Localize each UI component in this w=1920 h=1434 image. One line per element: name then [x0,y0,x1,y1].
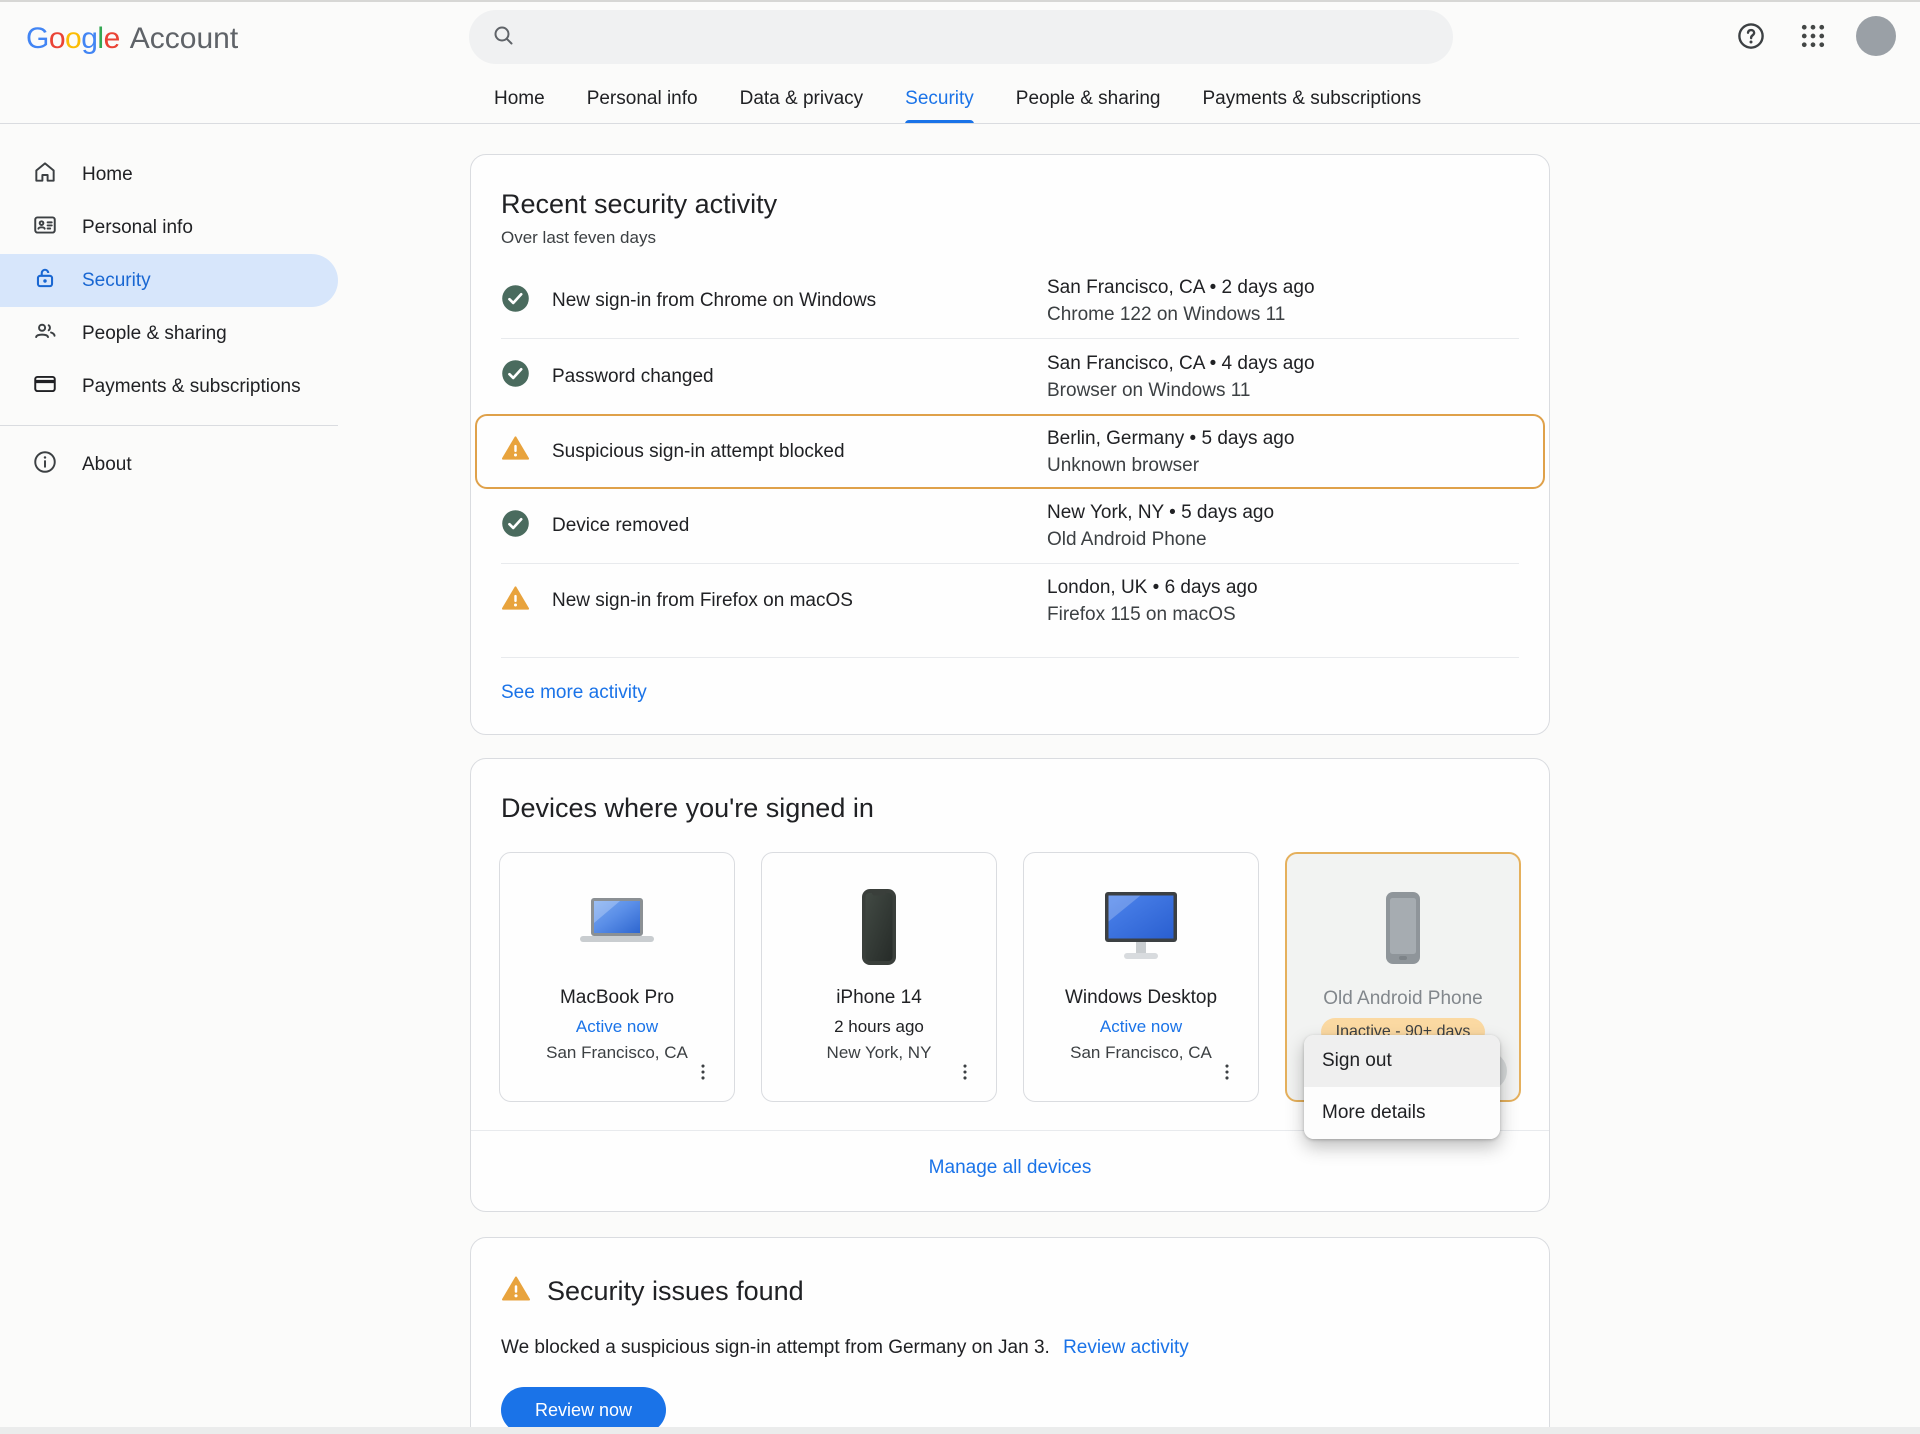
sidebar-item-payments-subscriptions[interactable]: Payments & subscriptions [0,360,338,413]
devices-card-title: Devices where you're signed in [501,793,1549,824]
device-name: iPhone 14 [762,987,996,1009]
activity-row-detail-1: New York, NY • 5 days ago [1047,499,1519,526]
activity-card-title: Recent security activity [501,189,1519,220]
activity-row-detail-2: Unknown browser [1047,452,1519,479]
device-name: MacBook Pro [500,987,734,1009]
activity-row-label: Device removed [552,515,689,537]
device-status: Active now [1024,1017,1258,1037]
sidebar-item-personal-info[interactable]: Personal info [0,201,338,254]
sidebar-divider [0,425,338,426]
device-card-iphone-14[interactable]: iPhone 14 2 hours ago New York, NY [761,852,997,1102]
device-more-options-icon[interactable] [684,1053,722,1091]
activity-row-detail-1: San Francisco, CA • 4 days ago [1047,350,1519,377]
id-card-icon [32,212,58,244]
device-status: 2 hours ago [762,1017,996,1037]
activity-row-label: New sign-in from Chrome on Windows [552,290,876,312]
activity-row-detail-2: Firefox 115 on macOS [1047,601,1519,628]
sidebar-item-security[interactable]: Security [0,254,338,307]
warning-icon [501,434,530,469]
header-divider [0,123,1920,124]
tab-security[interactable]: Security [905,88,974,124]
search-icon [491,23,515,52]
review-activity-link[interactable]: Review activity [1063,1337,1189,1358]
apps-grid-icon[interactable] [1794,17,1832,55]
google-account-logo: Google Account [26,22,238,56]
check-circle-icon [501,509,530,544]
google-account-security-page: Google Account Home Personal info Data &… [0,0,1920,1434]
activity-row-detail-1: San Francisco, CA • 2 days ago [1047,274,1519,301]
device-more-options-icon[interactable] [1208,1053,1246,1091]
issues-title: Security issues found [547,1276,804,1307]
tab-payments-subscriptions[interactable]: Payments & subscriptions [1203,88,1422,124]
activity-row-detail-1: Berlin, Germany • 5 days ago [1047,425,1519,452]
top-navigation-tabs: Home Personal info Data & privacy Securi… [494,88,1421,124]
tab-data-privacy[interactable]: Data & privacy [740,88,864,124]
activity-row[interactable]: New sign-in from Firefox on macOS London… [501,564,1519,639]
tab-personal-info[interactable]: Personal info [587,88,698,124]
device-status: Active now [500,1017,734,1037]
gray-phone-illustration [1287,880,1519,976]
security-issues-card: Security issues found We blocked a suspi… [470,1237,1550,1434]
sidebar: Home Personal info Security People & sha… [0,148,338,491]
activity-row-label: Password changed [552,366,714,388]
device-name: Old Android Phone [1287,988,1519,1010]
product-name: Account [130,22,238,56]
sidebar-item-label: Home [82,164,133,186]
activity-row-detail-1: London, UK • 6 days ago [1047,574,1519,601]
tab-home[interactable]: Home [494,88,545,124]
sidebar-item-label: About [82,454,132,476]
lock-icon [32,265,58,297]
activity-row-detail-2: Chrome 122 on Windows 11 [1047,301,1519,328]
sidebar-item-people-sharing[interactable]: People & sharing [0,307,338,360]
window-top-edge [0,0,1920,2]
activity-row[interactable]: New sign-in from Chrome on Windows San F… [501,264,1519,339]
activity-row-flagged[interactable]: Suspicious sign-in attempt blocked Berli… [475,414,1545,489]
device-name: Windows Desktop [1024,987,1258,1009]
warning-icon [501,584,530,619]
phone-illustration [762,879,996,975]
sidebar-item-label: Personal info [82,217,193,239]
recent-security-activity-card: Recent security activity Over last feven… [470,154,1550,735]
avatar[interactable] [1856,16,1896,56]
sidebar-item-label: People & sharing [82,323,227,345]
devices-card: Devices where you're signed in MacBook P… [470,758,1550,1212]
desktop-illustration [1024,879,1258,975]
check-circle-icon [501,284,530,319]
home-icon [32,159,58,191]
sidebar-item-home[interactable]: Home [0,148,338,201]
sidebar-item-label: Security [82,270,151,292]
sidebar-item-label: Payments & subscriptions [82,376,301,398]
device-more-options-icon[interactable] [946,1053,984,1091]
info-icon [32,449,58,481]
menu-item-more-details[interactable]: More details [1304,1087,1500,1139]
people-icon [32,318,58,350]
see-more-activity-link[interactable]: See more activity [501,682,647,703]
menu-item-sign-out[interactable]: Sign out [1304,1035,1500,1087]
header-actions [1732,16,1896,56]
activity-rows: New sign-in from Chrome on Windows San F… [501,264,1519,639]
activity-row[interactable]: Device removed New York, NY • 5 days ago… [501,489,1519,564]
help-icon[interactable] [1732,17,1770,55]
main-content: Recent security activity Over last feven… [470,154,1550,1434]
device-card-macbook-pro[interactable]: MacBook Pro Active now San Francisco, CA [499,852,735,1102]
manage-all-devices-link[interactable]: Manage all devices [929,1157,1092,1178]
activity-row-detail-2: Browser on Windows 11 [1047,377,1519,404]
tab-people-sharing[interactable]: People & sharing [1016,88,1161,124]
activity-row-detail-2: Old Android Phone [1047,526,1519,553]
activity-card-subtitle: Over last feven days [501,228,1519,248]
activity-row-label: Suspicious sign-in attempt blocked [552,441,845,463]
sidebar-item-about[interactable]: About [0,438,338,491]
device-context-menu: Sign out More details [1304,1035,1500,1139]
activity-row-label: New sign-in from Firefox on macOS [552,590,853,612]
warning-icon [501,1274,531,1309]
issues-body-text: We blocked a suspicious sign-in attempt … [501,1337,1050,1358]
activity-row[interactable]: Password changed San Francisco, CA • 4 d… [501,339,1519,414]
laptop-illustration [500,879,734,975]
search-input[interactable] [469,10,1453,64]
device-card-windows-desktop[interactable]: Windows Desktop Active now San Francisco… [1023,852,1259,1102]
credit-card-icon [32,371,58,403]
page-bottom-strip [0,1427,1920,1434]
check-circle-icon [501,359,530,394]
google-wordmark: Google [26,22,120,56]
